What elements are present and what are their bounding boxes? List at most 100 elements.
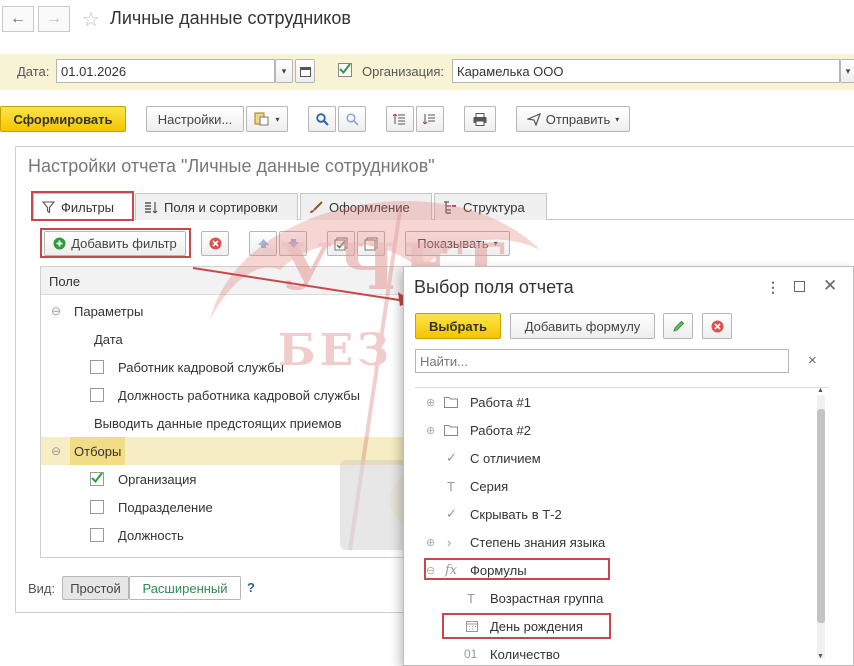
view-extended-button[interactable]: Расширенный <box>129 576 241 600</box>
boolean-icon: ✓ <box>446 450 457 465</box>
date-dropdown-button[interactable]: ▾ <box>275 59 293 83</box>
expand-toggle-icon[interactable]: ⊕ <box>426 424 435 437</box>
search-input[interactable] <box>415 349 789 373</box>
tree-label: Работник кадровой службы <box>118 359 285 375</box>
search-button[interactable] <box>308 106 336 132</box>
expand-toggle-icon[interactable]: ⊕ <box>426 536 435 549</box>
tree-label: Возрастная группа <box>490 590 604 606</box>
organization-field[interactable]: Карамелька ООО <box>452 59 840 83</box>
checkbox[interactable] <box>90 472 104 486</box>
scrollbar-thumb[interactable] <box>817 409 825 623</box>
tree-label: Работа #2 <box>470 422 531 438</box>
calendar-button[interactable] <box>295 59 315 83</box>
organization-checkbox[interactable] <box>338 63 352 77</box>
collapse-groups-button[interactable] <box>416 106 444 132</box>
delete-filter-button[interactable] <box>201 231 229 256</box>
brush-icon <box>310 200 323 213</box>
tree-row-honors[interactable]: ✓ С отличием <box>415 444 825 472</box>
checkbox[interactable] <box>90 360 104 374</box>
search-next-button[interactable] <box>338 106 366 132</box>
tree-label: Скрывать в Т-2 <box>470 506 562 522</box>
move-down-button[interactable] <box>279 231 307 256</box>
scroll-up-icon[interactable]: ▲ <box>817 387 824 394</box>
chevron-down-icon: ▾ <box>275 114 280 124</box>
organization-dropdown-button[interactable]: ▾ <box>840 59 854 83</box>
checkbox[interactable] <box>90 500 104 514</box>
forward-button[interactable]: → <box>38 6 70 32</box>
tree-row-series[interactable]: T Серия <box>415 472 825 500</box>
uncheck-all-button[interactable] <box>357 231 385 256</box>
checkbox[interactable] <box>90 388 104 402</box>
view-simple-button[interactable]: Простой <box>62 576 129 600</box>
calendar-icon <box>299 66 311 77</box>
annotation-arrow-icon <box>192 267 413 306</box>
folder-icon <box>444 397 458 408</box>
tab-fields-sorting[interactable]: Поля и сортировки <box>135 193 298 220</box>
help-link[interactable]: ? <box>247 580 255 595</box>
select-button-label: Выбрать <box>428 318 488 334</box>
tab-appearance[interactable]: Оформление <box>300 193 432 220</box>
page-title: Личные данные сотрудников <box>110 8 351 28</box>
checkmark-icon <box>339 63 351 75</box>
expand-groups-button[interactable] <box>386 106 414 132</box>
delete-icon <box>711 320 723 332</box>
expand-toggle-icon[interactable]: ⊕ <box>426 396 435 409</box>
scrollbar-track[interactable] <box>817 395 825 659</box>
show-dropdown-button[interactable]: Показывать ▾ <box>405 231 510 256</box>
dialog-delete-button[interactable] <box>702 313 732 339</box>
settings-button[interactable]: Настройки... <box>146 106 244 132</box>
clear-search-button[interactable]: × <box>808 352 817 369</box>
back-button[interactable]: ← <box>2 6 34 32</box>
structure-icon <box>444 200 456 214</box>
tree-label: Степень знания языка <box>470 534 606 550</box>
search-next-icon <box>345 112 359 126</box>
tab-structure[interactable]: Структура <box>434 193 547 220</box>
tree-label: Выводить данные предстоящих приемов <box>94 415 342 431</box>
scroll-down-icon[interactable]: ▼ <box>817 653 824 660</box>
expand-icon <box>393 113 405 125</box>
send-icon <box>526 112 541 126</box>
maximize-icon[interactable] <box>794 281 805 292</box>
tree-row-language[interactable]: ⊕ › Степень знания языка <box>415 528 825 556</box>
edit-button[interactable] <box>663 313 693 339</box>
generate-button[interactable]: Сформировать <box>0 106 126 132</box>
columns-icon <box>145 201 158 213</box>
collapse-toggle-icon[interactable]: ⊖ <box>51 304 61 318</box>
tree-row-age-group[interactable]: T Возрастная группа <box>415 584 825 612</box>
send-button[interactable]: Отправить ▾ <box>516 106 630 132</box>
star-icon[interactable]: ☆ <box>82 7 100 32</box>
parameters-bar: Дата: 01.01.2026 ▾ Организация: Карамель… <box>0 54 854 90</box>
view-label: Вид: <box>28 581 56 596</box>
tree-row-work1[interactable]: ⊕ Работа #1 <box>415 388 825 416</box>
pencil-icon <box>672 320 684 332</box>
collapse-toggle-icon[interactable]: ⊖ <box>51 444 61 458</box>
select-button[interactable]: Выбрать <box>415 313 501 339</box>
checkbox[interactable] <box>90 528 104 542</box>
move-up-button[interactable] <box>249 231 277 256</box>
settings-title: Настройки отчета "Личные данные сотрудни… <box>28 156 435 176</box>
close-icon[interactable]: ✕ <box>823 276 837 296</box>
add-formula-label: Добавить формулу <box>524 318 641 334</box>
check-all-button[interactable] <box>327 231 355 256</box>
tree-row-work2[interactable]: ⊕ Работа #2 <box>415 416 825 444</box>
tree-row-quantity[interactable]: 01 Количество <box>415 640 825 666</box>
tree-label: Дата <box>94 331 123 347</box>
date-value: 01.01.2026 <box>61 63 127 79</box>
number-type-icon: 01 <box>464 647 478 661</box>
add-formula-button[interactable]: Добавить формулу <box>510 313 655 339</box>
print-button[interactable] <box>464 106 496 132</box>
organization-value: Карамелька ООО <box>457 63 564 79</box>
search-icon <box>315 112 329 126</box>
tree-row-hide-t2[interactable]: ✓ Скрывать в Т-2 <box>415 500 825 528</box>
tree-label: С отличием <box>470 450 541 466</box>
date-field[interactable]: 01.01.2026 <box>56 59 275 83</box>
tree-label: Должность работника кадровой службы <box>118 387 360 403</box>
date-label: Дата: <box>17 64 50 79</box>
variants-button[interactable]: ▾ <box>246 106 288 132</box>
arrow-left-icon: ← <box>10 10 26 27</box>
tab-filters-highlight <box>31 191 134 221</box>
tree-label: Организация <box>118 471 197 487</box>
chevron-right-icon: › <box>447 534 452 550</box>
more-menu-icon[interactable]: ⋮ <box>766 279 780 296</box>
checkmark-icon <box>91 472 103 484</box>
